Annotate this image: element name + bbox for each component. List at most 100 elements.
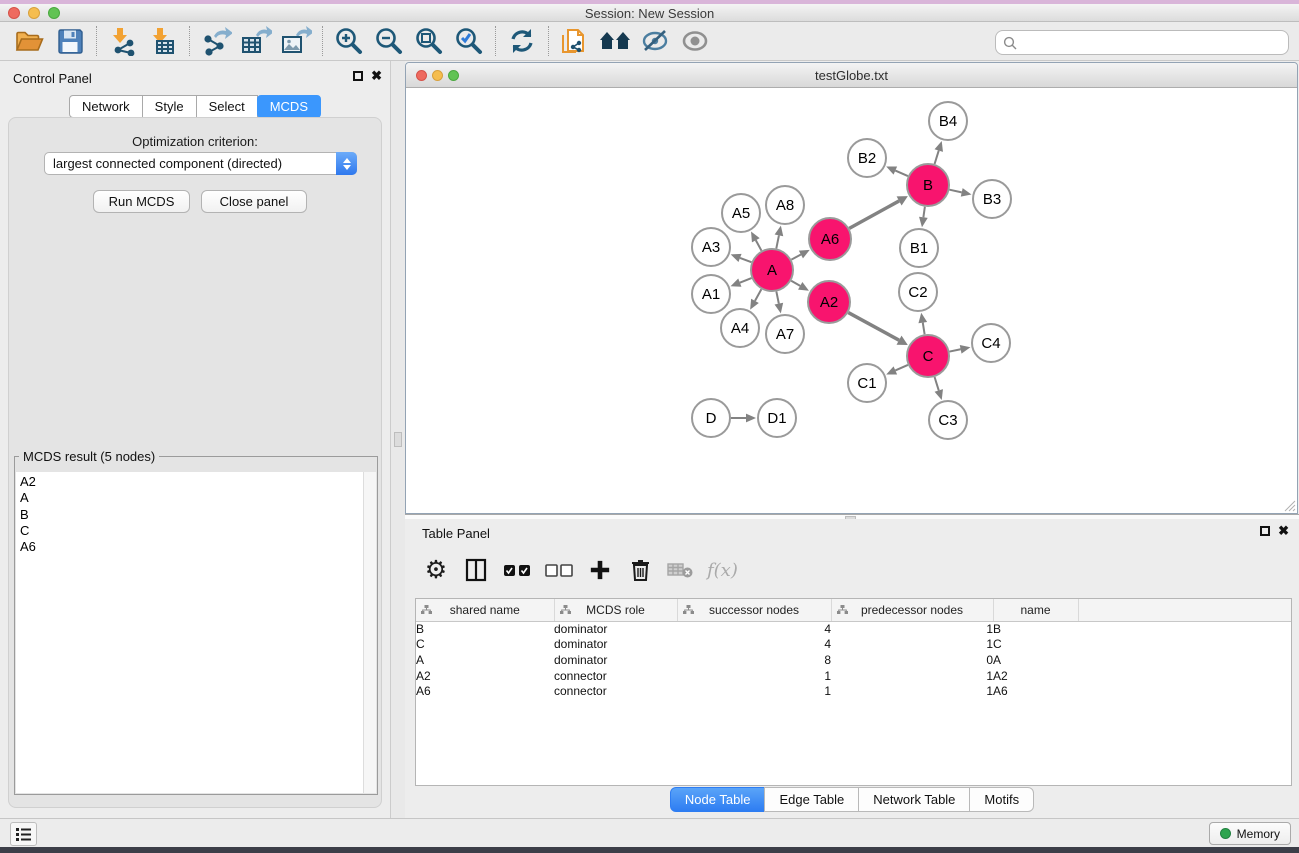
delete-table-icon[interactable]	[667, 555, 693, 585]
table-settings-gear-icon[interactable]: ⚙	[423, 555, 449, 585]
graph-edge[interactable]	[755, 289, 761, 301]
graph-node-A7[interactable]: A7	[766, 315, 804, 353]
graphics-details-icon[interactable]	[635, 24, 675, 58]
table-row[interactable]: Adominator80A	[416, 652, 1291, 668]
refresh-icon[interactable]	[502, 24, 542, 58]
graph-edge[interactable]	[848, 313, 899, 341]
column-header-shared-name[interactable]: shared name	[416, 599, 554, 621]
graph-node-A[interactable]: A	[751, 249, 793, 291]
graph-edge[interactable]	[950, 349, 961, 351]
graph-edge[interactable]	[935, 377, 939, 390]
graph-node-A5[interactable]: A5	[722, 194, 760, 232]
close-panel-icon[interactable]: ✖	[371, 70, 382, 82]
graph-node-B[interactable]: B	[907, 164, 949, 206]
show-hide-panel-eye-icon[interactable]	[675, 24, 715, 58]
search-field[interactable]	[995, 30, 1289, 55]
graph-node-B2[interactable]: B2	[848, 139, 886, 177]
column-header-predecessor-nodes[interactable]: predecessor nodes	[831, 599, 993, 621]
zoom-out-icon[interactable]	[369, 24, 409, 58]
mcds-result-item[interactable]: C	[20, 523, 376, 539]
graph-node-A2[interactable]: A2	[808, 281, 850, 323]
graph-edge[interactable]	[895, 171, 908, 177]
unselect-all-columns-icon[interactable]	[545, 555, 573, 585]
float-panel-icon[interactable]	[1260, 526, 1270, 536]
tab-select[interactable]: Select	[196, 95, 258, 118]
graph-node-C3[interactable]: C3	[929, 401, 967, 439]
graph-node-D1[interactable]: D1	[758, 399, 796, 437]
graph-edge[interactable]	[895, 365, 908, 371]
graph-edge[interactable]	[949, 190, 961, 193]
column-header-successor-nodes[interactable]: successor nodes	[677, 599, 831, 621]
node-table[interactable]: shared name MCDS role successor nodes pr…	[415, 598, 1292, 786]
graph-edge[interactable]	[791, 281, 800, 286]
column-header-name[interactable]: name	[993, 599, 1078, 621]
graph-edge[interactable]	[791, 255, 800, 260]
close-panel-button[interactable]: Close panel	[201, 190, 307, 213]
graph-edge[interactable]	[740, 258, 751, 262]
home-layout-icon[interactable]	[595, 24, 635, 58]
export-network-icon[interactable]	[196, 24, 236, 58]
table-row[interactable]: Cdominator41C	[416, 637, 1291, 653]
table-row[interactable]: Bdominator41B	[416, 621, 1291, 637]
search-input[interactable]	[1022, 31, 1288, 54]
graph-edge[interactable]	[923, 323, 925, 335]
graph-edge[interactable]	[740, 278, 752, 283]
memory-button[interactable]: Memory	[1209, 822, 1291, 845]
delete-column-trash-icon[interactable]	[627, 555, 653, 585]
graph-node-A1[interactable]: A1	[692, 275, 730, 313]
tab-node-table[interactable]: Node Table	[670, 787, 766, 812]
splitter-collapse-handle[interactable]	[394, 432, 402, 447]
mcds-result-item[interactable]: B	[20, 507, 376, 523]
mcds-result-item[interactable]: A	[20, 490, 376, 506]
optimization-criterion-dropdown[interactable]: largest connected component (directed)	[44, 152, 357, 175]
graph-node-C4[interactable]: C4	[972, 324, 1010, 362]
export-image-icon[interactable]	[276, 24, 316, 58]
table-row[interactable]: A6connector11A6	[416, 683, 1291, 699]
save-session-icon[interactable]	[50, 24, 90, 58]
task-history-button[interactable]	[10, 822, 37, 846]
graph-node-C1[interactable]: C1	[848, 364, 886, 402]
graph-node-C2[interactable]: C2	[899, 273, 937, 311]
tab-network-table[interactable]: Network Table	[858, 787, 970, 812]
graph-node-A3[interactable]: A3	[692, 228, 730, 266]
float-panel-icon[interactable]	[353, 71, 363, 81]
resize-grip-icon[interactable]	[1283, 499, 1296, 512]
graph-edge[interactable]	[776, 292, 778, 304]
tab-mcds[interactable]: MCDS	[257, 95, 321, 118]
function-builder-button[interactable]: f(x)	[707, 555, 738, 585]
zoom-selected-icon[interactable]	[449, 24, 489, 58]
select-all-columns-icon[interactable]	[503, 555, 531, 585]
open-file-icon[interactable]	[10, 24, 50, 58]
close-panel-icon[interactable]: ✖	[1278, 525, 1289, 537]
graph-node-B1[interactable]: B1	[900, 229, 938, 267]
table-row[interactable]: A2connector11A2	[416, 668, 1291, 684]
mcds-result-list[interactable]: A2ABCA6	[16, 472, 376, 793]
import-network-icon[interactable]	[103, 24, 143, 58]
mcds-result-item[interactable]: A6	[20, 539, 376, 555]
graph-node-A8[interactable]: A8	[766, 186, 804, 224]
import-table-icon[interactable]	[143, 24, 183, 58]
zoom-fit-icon[interactable]	[409, 24, 449, 58]
graph-node-C[interactable]: C	[907, 335, 949, 377]
run-mcds-button[interactable]: Run MCDS	[93, 190, 190, 213]
network-window-titlebar[interactable]: testGlobe.txt	[406, 63, 1297, 88]
zoom-in-icon[interactable]	[329, 24, 369, 58]
graph-node-B4[interactable]: B4	[929, 102, 967, 140]
graph-edge[interactable]	[849, 201, 899, 228]
tab-edge-table[interactable]: Edge Table	[764, 787, 859, 812]
table-header-row[interactable]: shared name MCDS role successor nodes pr…	[416, 599, 1291, 621]
network-graph-canvas[interactable]: B4B2BB3A5A8A6B1A3AA1C2A2A4A7C4CC1C3DD1	[406, 88, 1297, 513]
graph-edge[interactable]	[935, 151, 939, 164]
vertical-splitter[interactable]	[390, 61, 405, 818]
graph-edge[interactable]	[756, 240, 762, 250]
mcds-result-item[interactable]: A2	[20, 474, 376, 490]
create-new-column-icon[interactable]	[587, 555, 613, 585]
column-header-mcds-role[interactable]: MCDS role	[554, 599, 677, 621]
graph-node-A6[interactable]: A6	[809, 218, 851, 260]
tab-style[interactable]: Style	[142, 95, 197, 118]
graph-node-B3[interactable]: B3	[973, 180, 1011, 218]
graph-edge[interactable]	[923, 207, 925, 218]
export-table-icon[interactable]	[236, 24, 276, 58]
clone-network-icon[interactable]	[555, 24, 595, 58]
tab-network[interactable]: Network	[69, 95, 143, 118]
